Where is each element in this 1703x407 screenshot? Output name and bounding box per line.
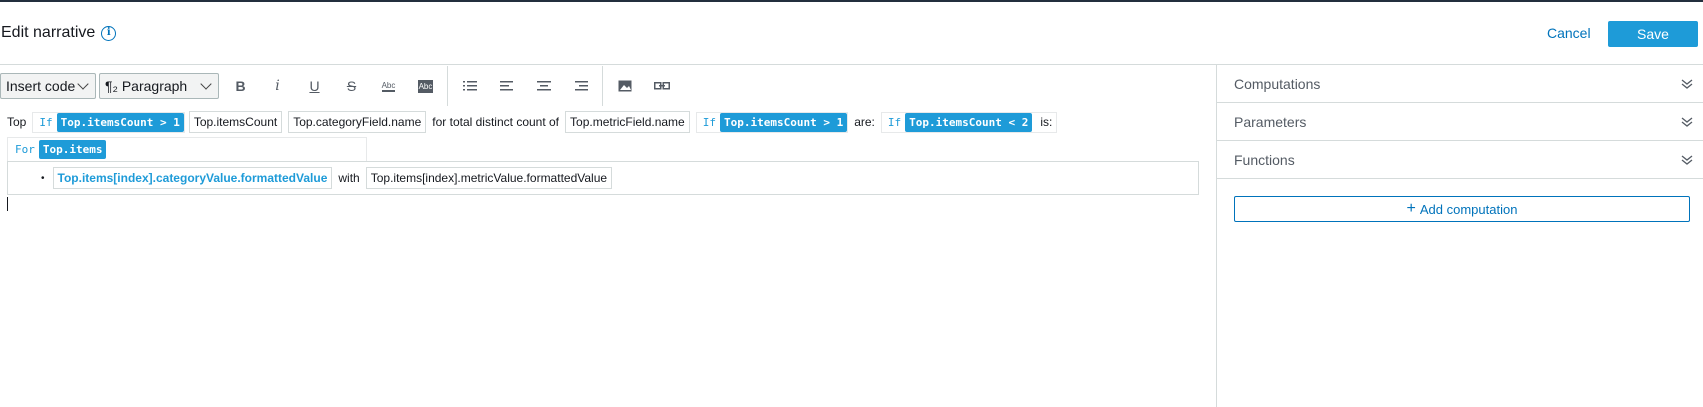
italic-button[interactable]: i	[259, 73, 296, 99]
text-top: Top	[7, 115, 27, 129]
plus-icon: +	[1406, 200, 1416, 217]
chevron-down-icon	[77, 77, 89, 90]
expression-chip[interactable]: Top.items[index].categoryValue.formatted…	[52, 167, 333, 189]
bold-icon: B	[235, 78, 246, 94]
section-label: Computations	[1234, 75, 1321, 92]
insert-image-button[interactable]	[606, 73, 643, 99]
if-block[interactable]: If Top.itemsCount > 1	[695, 111, 849, 133]
insert-code-label: Insert code	[6, 78, 76, 94]
section-parameters[interactable]: Parameters	[1217, 103, 1703, 141]
section-label: Functions	[1234, 151, 1295, 168]
insert-link-button[interactable]	[643, 73, 680, 99]
underline-button[interactable]: U	[296, 73, 333, 99]
chevron-double-down-icon	[1681, 78, 1693, 89]
if-block[interactable]: If Top.itemsCount > 1	[32, 111, 185, 133]
toolbar-divider	[602, 66, 603, 106]
if-condition[interactable]: Top.itemsCount > 1	[719, 112, 848, 132]
section-functions[interactable]: Functions	[1217, 141, 1703, 179]
narrative-line: Top If Top.itemsCount > 1 Top.itemsCount…	[7, 111, 1059, 133]
text-color-icon: Abc	[381, 80, 396, 92]
cancel-button[interactable]: Cancel	[1547, 25, 1591, 41]
page-title-text: Edit narrative	[1, 24, 96, 41]
if-keyword: If	[887, 115, 902, 129]
strikethrough-button[interactable]: S	[333, 73, 370, 99]
text-for-total: for total distinct count of	[432, 115, 560, 129]
strikethrough-icon: S	[346, 78, 357, 94]
expression-chip[interactable]: Top.categoryField.name	[288, 111, 427, 133]
align-center-button[interactable]	[525, 73, 562, 99]
for-block-body[interactable]: • Top.items[index].categoryValue.formatt…	[7, 161, 1199, 195]
align-left-button[interactable]	[488, 73, 525, 99]
text-color-button[interactable]: Abc	[370, 73, 407, 99]
align-right-icon	[574, 81, 588, 91]
paragraph-style-label: ¶₂ Paragraph	[105, 78, 188, 94]
header: Edit narrative i Cancel Save	[0, 2, 1703, 65]
page-title: Edit narrative i	[1, 24, 117, 42]
if-keyword: If	[702, 115, 716, 129]
chevron-down-icon	[200, 77, 212, 90]
for-variable[interactable]: Top.items	[38, 140, 107, 159]
editor-toolbar: Insert code ¶₂ Paragraph B i U S Abc Abc	[0, 66, 680, 106]
image-icon	[618, 80, 631, 92]
chevron-double-down-icon	[1681, 154, 1693, 165]
add-computation-button[interactable]: + Add computation	[1234, 196, 1690, 222]
for-block-header[interactable]: For Top.items	[7, 137, 367, 161]
expression-chip[interactable]: Top.items[index].metricValue.formattedVa…	[365, 167, 613, 189]
expression-chip[interactable]: Top.metricField.name	[565, 111, 690, 133]
chevron-double-down-icon	[1681, 116, 1693, 127]
section-label: Parameters	[1234, 113, 1307, 130]
for-keyword: For	[15, 143, 35, 156]
list-bullet: •	[41, 172, 45, 184]
text-are: are:	[854, 115, 875, 129]
bulleted-list-icon	[462, 81, 477, 91]
narrative-editor: Insert code ¶₂ Paragraph B i U S Abc Abc	[0, 65, 1216, 407]
link-icon	[653, 82, 670, 90]
italic-icon: i	[275, 78, 280, 94]
bold-button[interactable]: B	[222, 73, 259, 99]
info-icon[interactable]: i	[101, 25, 117, 41]
paragraph-style-dropdown[interactable]: ¶₂ Paragraph	[99, 73, 219, 99]
align-left-icon	[499, 81, 513, 91]
highlight-color-button[interactable]: Abc	[407, 73, 444, 99]
add-computation-label: Add computation	[1419, 201, 1518, 217]
underline-icon: U	[309, 78, 320, 94]
right-panel: Computations Parameters Functions + Add …	[1216, 65, 1703, 407]
insert-code-dropdown[interactable]: Insert code	[0, 73, 96, 99]
highlight-color-icon: Abc	[417, 79, 434, 93]
bulleted-list-button[interactable]	[451, 73, 488, 99]
text-is: is:	[1040, 115, 1053, 129]
align-center-icon	[536, 81, 551, 91]
if-condition[interactable]: Top.itemsCount < 2	[905, 112, 1033, 132]
align-right-button[interactable]	[562, 73, 599, 99]
if-keyword: If	[39, 115, 53, 129]
save-button[interactable]: Save	[1608, 21, 1698, 47]
expression-chip[interactable]: Top.itemsCount	[188, 111, 283, 133]
toolbar-divider	[447, 66, 448, 106]
section-computations[interactable]: Computations	[1217, 65, 1703, 103]
text-with: with	[338, 171, 360, 185]
if-condition[interactable]: Top.itemsCount > 1	[56, 112, 184, 132]
if-block[interactable]: If Top.itemsCount < 2 is:	[880, 111, 1058, 133]
text-cursor	[7, 197, 8, 211]
